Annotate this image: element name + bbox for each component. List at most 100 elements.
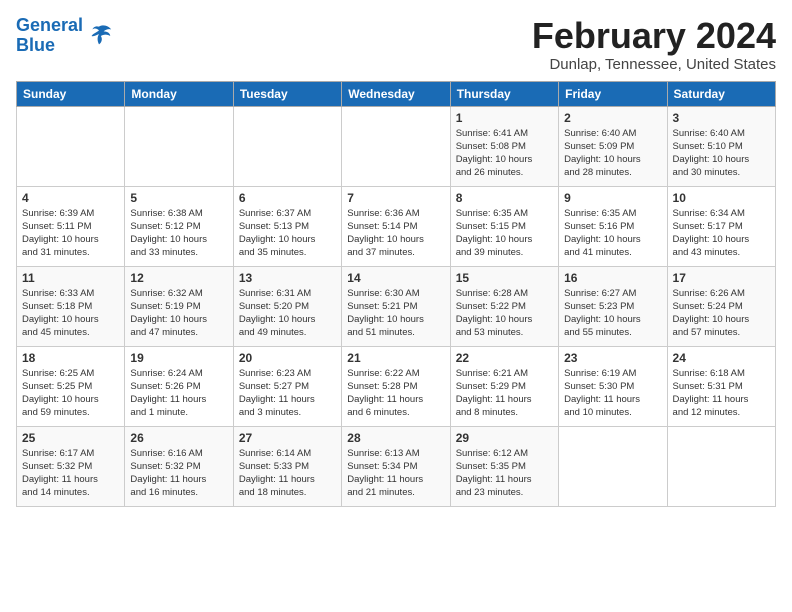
day-info: Sunrise: 6:26 AM Sunset: 5:24 PM Dayligh… xyxy=(673,287,770,340)
day-number: 22 xyxy=(456,351,553,365)
day-number: 11 xyxy=(22,271,119,285)
day-info: Sunrise: 6:35 AM Sunset: 5:15 PM Dayligh… xyxy=(456,207,553,260)
calendar-table: SundayMondayTuesdayWednesdayThursdayFrid… xyxy=(16,81,776,507)
calendar-week-row: 1Sunrise: 6:41 AM Sunset: 5:08 PM Daylig… xyxy=(17,106,776,186)
day-info: Sunrise: 6:25 AM Sunset: 5:25 PM Dayligh… xyxy=(22,367,119,420)
day-header-tuesday: Tuesday xyxy=(233,81,341,106)
day-number: 28 xyxy=(347,431,444,445)
calendar-cell xyxy=(125,106,233,186)
day-number: 24 xyxy=(673,351,770,365)
logo-line2: Blue xyxy=(16,35,55,55)
calendar-cell: 28 Sunrise: 6:13 AM Sunset: 5:34 PM Dayli… xyxy=(342,426,450,506)
day-info: Sunrise: 6:34 AM Sunset: 5:17 PM Dayligh… xyxy=(673,207,770,260)
day-info: Sunrise: 6:24 AM Sunset: 5:26 PM Dayligh… xyxy=(130,367,227,420)
calendar-cell: 18Sunrise: 6:25 AM Sunset: 5:25 PM Dayli… xyxy=(17,346,125,426)
day-info: Sunrise: 6:21 AM Sunset: 5:29 PM Dayligh… xyxy=(456,367,553,420)
calendar-cell: 5 Sunrise: 6:38 AM Sunset: 5:12 PM Daylig… xyxy=(125,186,233,266)
calendar-cell: 19 Sunrise: 6:24 AM Sunset: 5:26 PM Dayli… xyxy=(125,346,233,426)
day-header-wednesday: Wednesday xyxy=(342,81,450,106)
day-header-thursday: Thursday xyxy=(450,81,558,106)
day-number: 23 xyxy=(564,351,661,365)
day-number: 5 xyxy=(130,191,227,205)
calendar-cell: 24 Sunrise: 6:18 AM Sunset: 5:31 PM Dayli… xyxy=(667,346,775,426)
day-info: Sunrise: 6:30 AM Sunset: 5:21 PM Dayligh… xyxy=(347,287,444,340)
day-info: Sunrise: 6:18 AM Sunset: 5:31 PM Dayligh… xyxy=(673,367,770,420)
calendar-cell: 11 Sunrise: 6:33 AM Sunset: 5:18 PM Dayli… xyxy=(17,266,125,346)
day-header-monday: Monday xyxy=(125,81,233,106)
day-number: 26 xyxy=(130,431,227,445)
day-info: Sunrise: 6:28 AM Sunset: 5:22 PM Dayligh… xyxy=(456,287,553,340)
calendar-cell: 29 Sunrise: 6:12 AM Sunset: 5:35 PM Dayli… xyxy=(450,426,558,506)
calendar-cell: 6 Sunrise: 6:37 AM Sunset: 5:13 PM Daylig… xyxy=(233,186,341,266)
calendar-cell: 14 Sunrise: 6:30 AM Sunset: 5:21 PM Dayli… xyxy=(342,266,450,346)
day-number: 21 xyxy=(347,351,444,365)
day-info: Sunrise: 6:31 AM Sunset: 5:20 PM Dayligh… xyxy=(239,287,336,340)
day-info: Sunrise: 6:32 AM Sunset: 5:19 PM Dayligh… xyxy=(130,287,227,340)
day-number: 25 xyxy=(22,431,119,445)
day-info: Sunrise: 6:13 AM Sunset: 5:34 PM Dayligh… xyxy=(347,447,444,500)
day-info: Sunrise: 6:12 AM Sunset: 5:35 PM Dayligh… xyxy=(456,447,553,500)
day-info: Sunrise: 6:38 AM Sunset: 5:12 PM Dayligh… xyxy=(130,207,227,260)
day-number: 29 xyxy=(456,431,553,445)
day-info: Sunrise: 6:36 AM Sunset: 5:14 PM Dayligh… xyxy=(347,207,444,260)
calendar-cell xyxy=(667,426,775,506)
calendar-header-row: SundayMondayTuesdayWednesdayThursdayFrid… xyxy=(17,81,776,106)
calendar-cell: 20Sunrise: 6:23 AM Sunset: 5:27 PM Dayli… xyxy=(233,346,341,426)
day-info: Sunrise: 6:40 AM Sunset: 5:10 PM Dayligh… xyxy=(673,127,770,180)
day-number: 27 xyxy=(239,431,336,445)
day-info: Sunrise: 6:19 AM Sunset: 5:30 PM Dayligh… xyxy=(564,367,661,420)
logo-bird-icon xyxy=(85,22,113,50)
day-number: 12 xyxy=(130,271,227,285)
day-number: 15 xyxy=(456,271,553,285)
day-number: 10 xyxy=(673,191,770,205)
calendar-cell: 12 Sunrise: 6:32 AM Sunset: 5:19 PM Dayli… xyxy=(125,266,233,346)
calendar-cell: 15 Sunrise: 6:28 AM Sunset: 5:22 PM Dayli… xyxy=(450,266,558,346)
day-number: 6 xyxy=(239,191,336,205)
day-header-friday: Friday xyxy=(559,81,667,106)
day-number: 2 xyxy=(564,111,661,125)
calendar-cell: 1Sunrise: 6:41 AM Sunset: 5:08 PM Daylig… xyxy=(450,106,558,186)
calendar-cell: 16 Sunrise: 6:27 AM Sunset: 5:23 PM Dayli… xyxy=(559,266,667,346)
day-info: Sunrise: 6:14 AM Sunset: 5:33 PM Dayligh… xyxy=(239,447,336,500)
day-info: Sunrise: 6:17 AM Sunset: 5:32 PM Dayligh… xyxy=(22,447,119,500)
day-info: Sunrise: 6:27 AM Sunset: 5:23 PM Dayligh… xyxy=(564,287,661,340)
calendar-week-row: 11 Sunrise: 6:33 AM Sunset: 5:18 PM Dayli… xyxy=(17,266,776,346)
page-header: General Blue February 2024 Dunlap, Tenne… xyxy=(16,16,776,73)
calendar-cell: 13Sunrise: 6:31 AM Sunset: 5:20 PM Dayli… xyxy=(233,266,341,346)
day-info: Sunrise: 6:16 AM Sunset: 5:32 PM Dayligh… xyxy=(130,447,227,500)
calendar-cell: 22 Sunrise: 6:21 AM Sunset: 5:29 PM Dayli… xyxy=(450,346,558,426)
day-number: 14 xyxy=(347,271,444,285)
day-header-saturday: Saturday xyxy=(667,81,775,106)
calendar-cell xyxy=(559,426,667,506)
calendar-cell xyxy=(233,106,341,186)
day-number: 19 xyxy=(130,351,227,365)
calendar-cell: 10 Sunrise: 6:34 AM Sunset: 5:17 PM Dayli… xyxy=(667,186,775,266)
day-number: 1 xyxy=(456,111,553,125)
calendar-cell xyxy=(17,106,125,186)
title-block: February 2024 Dunlap, Tennessee, United … xyxy=(532,16,776,73)
day-info: Sunrise: 6:37 AM Sunset: 5:13 PM Dayligh… xyxy=(239,207,336,260)
day-info: Sunrise: 6:35 AM Sunset: 5:16 PM Dayligh… xyxy=(564,207,661,260)
calendar-week-row: 25 Sunrise: 6:17 AM Sunset: 5:32 PM Dayli… xyxy=(17,426,776,506)
day-number: 7 xyxy=(347,191,444,205)
calendar-title: February 2024 xyxy=(532,16,776,56)
calendar-cell: 7 Sunrise: 6:36 AM Sunset: 5:14 PM Daylig… xyxy=(342,186,450,266)
calendar-cell: 23 Sunrise: 6:19 AM Sunset: 5:30 PM Dayli… xyxy=(559,346,667,426)
day-number: 9 xyxy=(564,191,661,205)
calendar-cell: 8 Sunrise: 6:35 AM Sunset: 5:15 PM Daylig… xyxy=(450,186,558,266)
day-info: Sunrise: 6:33 AM Sunset: 5:18 PM Dayligh… xyxy=(22,287,119,340)
day-info: Sunrise: 6:39 AM Sunset: 5:11 PM Dayligh… xyxy=(22,207,119,260)
calendar-week-row: 4Sunrise: 6:39 AM Sunset: 5:11 PM Daylig… xyxy=(17,186,776,266)
calendar-cell: 26 Sunrise: 6:16 AM Sunset: 5:32 PM Dayli… xyxy=(125,426,233,506)
day-number: 3 xyxy=(673,111,770,125)
logo: General Blue xyxy=(16,16,113,56)
calendar-cell xyxy=(342,106,450,186)
calendar-subtitle: Dunlap, Tennessee, United States xyxy=(532,56,776,73)
calendar-cell: 21Sunrise: 6:22 AM Sunset: 5:28 PM Dayli… xyxy=(342,346,450,426)
day-info: Sunrise: 6:40 AM Sunset: 5:09 PM Dayligh… xyxy=(564,127,661,180)
day-number: 16 xyxy=(564,271,661,285)
day-number: 8 xyxy=(456,191,553,205)
logo-line1: General xyxy=(16,15,83,35)
day-header-sunday: Sunday xyxy=(17,81,125,106)
day-number: 20 xyxy=(239,351,336,365)
